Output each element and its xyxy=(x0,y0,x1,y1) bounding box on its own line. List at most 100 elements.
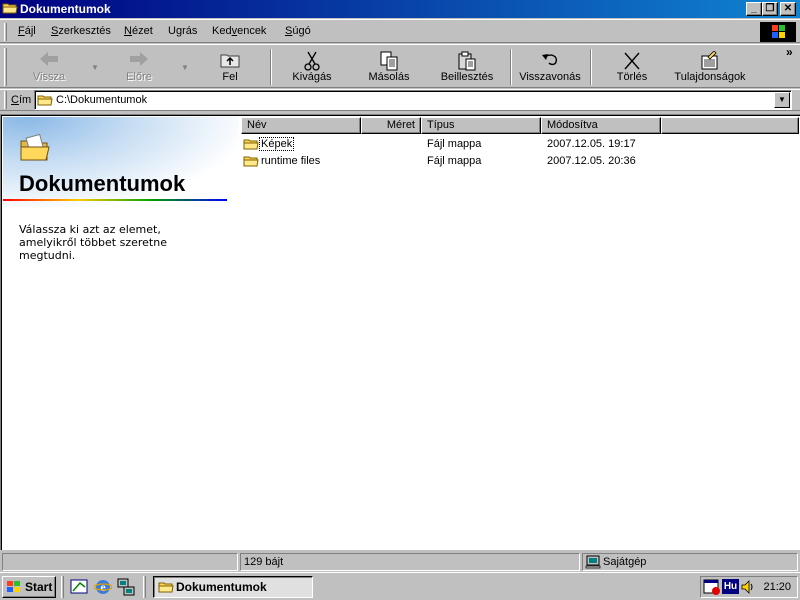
file-modified: 2007.12.05. 19:17 xyxy=(547,138,636,150)
file-name[interactable]: runtime files xyxy=(261,155,320,167)
address-bar: Cím C:\Dokumentumok ▼ xyxy=(0,89,800,111)
scheduler-icon[interactable] xyxy=(703,579,721,598)
menu-edit[interactable]: Szerkesztés xyxy=(51,25,111,37)
status-bar: 129 bájt Sajátgép xyxy=(0,552,800,572)
paste-button[interactable]: Beillesztés xyxy=(432,47,502,87)
status-panel-main xyxy=(2,553,238,571)
arrow-right-icon xyxy=(128,51,150,70)
windows-logo xyxy=(760,22,796,42)
menu-favorites[interactable]: Kedvencek xyxy=(212,25,266,37)
address-dropdown-button[interactable]: ▼ xyxy=(774,92,790,108)
svg-text:e: e xyxy=(100,580,106,594)
windows-flag-icon xyxy=(6,580,22,597)
menu-file[interactable]: Fájl xyxy=(18,25,36,37)
back-button[interactable]: Vissza xyxy=(12,47,86,87)
folder-icon xyxy=(2,1,18,18)
menu-grip[interactable] xyxy=(4,23,7,41)
folder-icon xyxy=(37,93,53,110)
panel-description: Válassza ki azt az elemet, amelyikről tö… xyxy=(19,223,167,262)
address-value: C:\Dokumentumok xyxy=(56,94,148,106)
undo-label: Visszavonás xyxy=(519,71,581,83)
back-dropdown-icon[interactable]: ▼ xyxy=(91,63,99,72)
network-icon[interactable] xyxy=(117,578,135,599)
task-button-dokumentumok[interactable]: Dokumentumok xyxy=(153,576,313,598)
toolbar-separator xyxy=(270,49,272,85)
minimize-button[interactable]: _ xyxy=(746,2,762,16)
title-bar[interactable]: Dokumentumok _ ❐ ✕ xyxy=(0,0,800,18)
show-desktop-icon[interactable] xyxy=(70,578,88,599)
menu-bar: Fájl Szerkesztés Nézet Ugrás Kedvencek Súgó xyxy=(0,19,800,43)
properties-button[interactable]: Tulajdonságok xyxy=(670,47,750,87)
up-label: Fel xyxy=(222,71,238,83)
panel-title: Dokumentumok xyxy=(19,171,186,196)
cut-button[interactable]: Kivágás xyxy=(278,47,346,87)
delete-label: Törlés xyxy=(616,71,648,83)
forward-dropdown-icon[interactable]: ▼ xyxy=(181,63,189,72)
computer-icon xyxy=(585,555,601,572)
status-size: 129 bájt xyxy=(240,553,580,571)
back-label: Vissza xyxy=(32,71,66,83)
restore-button[interactable]: ❐ xyxy=(762,2,778,16)
chevron-down-icon: ▼ xyxy=(778,95,786,104)
toolbar-chevron-icon[interactable]: » xyxy=(786,45,793,59)
task-label: Dokumentumok xyxy=(176,580,267,594)
folder-icon xyxy=(158,580,174,597)
language-indicator[interactable]: Hu xyxy=(722,579,739,594)
file-list[interactable]: Név Méret Típus Módosítva Képek Fájl map… xyxy=(241,117,799,549)
menu-view[interactable]: Nézet xyxy=(124,25,153,37)
toolbar-separator xyxy=(510,49,512,85)
address-input[interactable]: C:\Dokumentumok ▼ xyxy=(34,90,792,110)
copy-label: Másolás xyxy=(368,71,410,83)
system-tray: Hu 21:20 xyxy=(700,576,798,598)
quicklaunch-grip[interactable] xyxy=(61,576,64,598)
list-item[interactable]: runtime files Fájl mappa 2007.12.05. 20:… xyxy=(241,153,799,169)
folder-icon xyxy=(243,154,259,171)
file-name[interactable]: Képek xyxy=(258,137,295,151)
forward-button[interactable]: Előre xyxy=(104,47,174,87)
volume-icon[interactable] xyxy=(741,579,755,598)
properties-label: Tulajdonságok xyxy=(674,71,746,83)
undo-icon xyxy=(539,51,561,72)
web-view-panel: Dokumentumok Válassza ki azt az elemet, … xyxy=(3,117,239,549)
folder-up-icon xyxy=(219,51,241,72)
standard-toolbar: Vissza ▼ Előre ▼ Fel Kivágás Másolás Bei… xyxy=(0,44,800,88)
file-type: Fájl mappa xyxy=(427,155,482,167)
clock[interactable]: 21:20 xyxy=(763,581,791,593)
column-header-type[interactable]: Típus xyxy=(421,117,541,134)
undo-button[interactable]: Visszavonás xyxy=(516,47,584,87)
paste-label: Beillesztés xyxy=(440,71,494,83)
toolbar-grip[interactable] xyxy=(4,48,7,86)
copy-button[interactable]: Másolás xyxy=(356,47,422,87)
content-area: Dokumentumok Válassza ki azt az elemet, … xyxy=(0,114,800,550)
start-button[interactable]: Start xyxy=(2,576,56,598)
status-zone: Sajátgép xyxy=(582,553,798,571)
open-folder-icon xyxy=(19,133,51,168)
window-title: Dokumentumok xyxy=(20,2,111,16)
file-type: Fájl mappa xyxy=(427,138,482,150)
restore-icon: ❐ xyxy=(765,3,775,14)
address-grip[interactable] xyxy=(4,91,7,109)
delete-button[interactable]: Törlés xyxy=(598,47,666,87)
close-button[interactable]: ✕ xyxy=(780,2,796,16)
folder-icon xyxy=(243,137,259,154)
start-label: Start xyxy=(25,580,53,594)
arrow-left-icon xyxy=(38,51,60,70)
forward-label: Előre xyxy=(126,71,152,83)
toolbar-separator xyxy=(590,49,592,85)
column-header-empty xyxy=(661,117,799,134)
up-button[interactable]: Fel xyxy=(198,47,262,87)
panel-divider xyxy=(3,199,227,201)
taskbar-grip[interactable] xyxy=(143,576,146,598)
taskbar: Start e Dokumentumok Hu 21:20 xyxy=(0,572,800,600)
close-icon: ✕ xyxy=(783,3,793,14)
address-label: Cím xyxy=(11,94,32,106)
minimize-icon: _ xyxy=(751,3,757,14)
internet-explorer-icon[interactable]: e xyxy=(93,578,113,599)
zone-label: Sajátgép xyxy=(603,556,647,568)
column-header-modified[interactable]: Módosítva xyxy=(541,117,661,134)
menu-go[interactable]: Ugrás xyxy=(168,25,197,37)
menu-help[interactable]: Súgó xyxy=(285,25,311,37)
column-header-name[interactable]: Név xyxy=(241,117,361,134)
column-header-size[interactable]: Méret xyxy=(361,117,421,134)
list-item[interactable]: Képek Fájl mappa 2007.12.05. 19:17 xyxy=(241,136,799,152)
